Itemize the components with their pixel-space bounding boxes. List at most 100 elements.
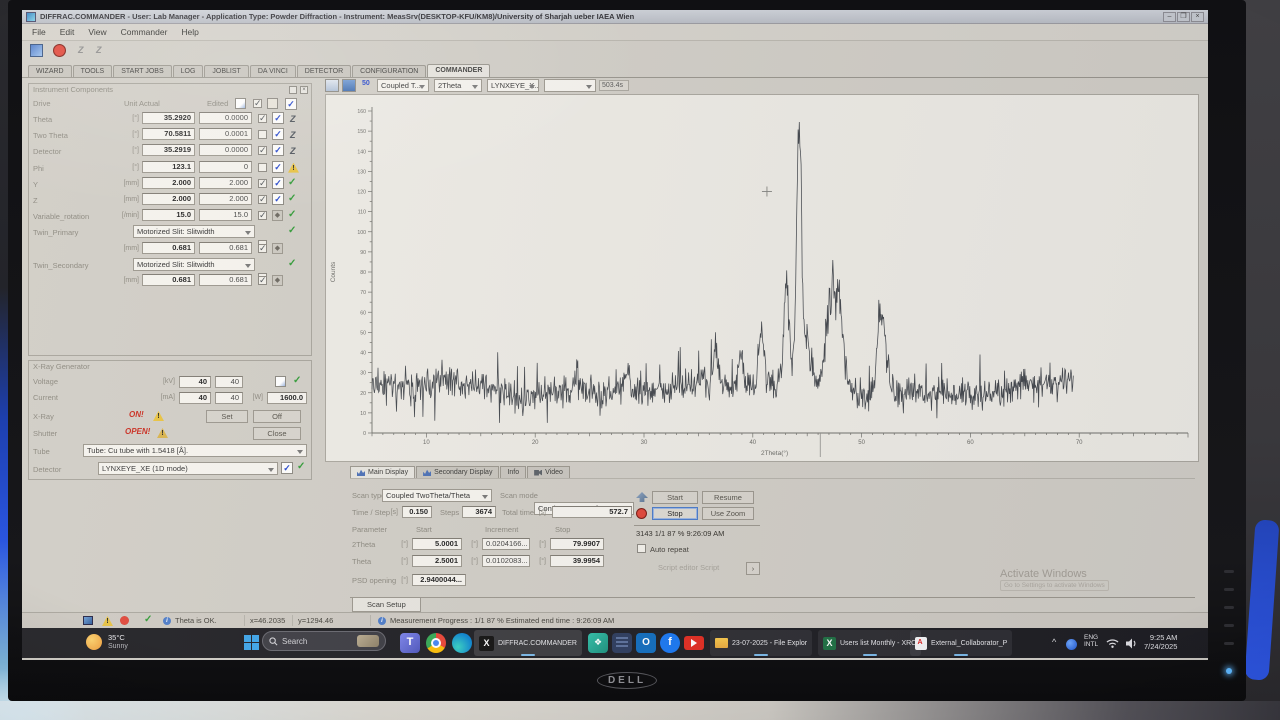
drive-config-icon[interactable]: ✓ xyxy=(272,177,284,189)
wifi-icon[interactable] xyxy=(1106,638,1119,649)
shutter-close-button[interactable]: Close xyxy=(253,427,301,440)
menu-commander[interactable]: Commander xyxy=(115,25,176,39)
generator-copy-icon[interactable] xyxy=(275,376,286,387)
scan-type-dropdown[interactable]: Coupled TwoTheta/Theta xyxy=(382,489,492,502)
detector-dropdown[interactable]: LYNXEYE_XE (1D mode) xyxy=(98,462,278,475)
row-checkbox[interactable] xyxy=(258,211,267,220)
clock[interactable]: 9:25 AM7/24/2025 xyxy=(1144,633,1177,651)
edited-value-input[interactable]: 2.000 xyxy=(199,177,252,189)
drive-config-icon[interactable]: ✓ xyxy=(272,112,284,124)
scan-setup-tab[interactable]: Scan Setup xyxy=(352,598,421,612)
actual-value-input[interactable]: 35.2920 xyxy=(142,112,195,124)
speed-icon[interactable]: 50 xyxy=(362,80,370,87)
drive-busy-icon-2[interactable]: Z xyxy=(96,45,102,55)
stop-button[interactable]: Stop xyxy=(652,507,698,520)
tab-log[interactable]: LOG xyxy=(173,65,204,77)
tab-commander[interactable]: COMMANDER xyxy=(427,64,490,77)
save-icon[interactable] xyxy=(30,44,43,57)
tube-dropdown[interactable]: Tube: Cu tube with 1.5418 [Å]. xyxy=(83,444,307,457)
tab-tools[interactable]: TOOLS xyxy=(73,65,113,77)
tray-expand-icon[interactable]: ^ xyxy=(1052,637,1056,647)
menu-edit[interactable]: Edit xyxy=(54,25,83,39)
drive-config-icon[interactable]: ✓ xyxy=(272,161,284,173)
tab-da-vinci[interactable]: DA VINCI xyxy=(250,65,296,77)
script-editor-button[interactable]: › xyxy=(746,562,760,575)
actual-value-input[interactable]: 0.681 xyxy=(142,274,195,286)
tab-wizard[interactable]: WIZARD xyxy=(28,65,72,77)
diffractogram-chart[interactable]: 0102030405060708090100110120130140150160… xyxy=(325,94,1199,462)
teams-icon[interactable]: T xyxy=(400,633,420,653)
tab-joblist[interactable]: JOBLIST xyxy=(204,65,248,77)
pin-panel-icon[interactable] xyxy=(289,86,297,94)
facebook-icon[interactable]: f xyxy=(660,633,680,653)
taskbar-pdf-window[interactable]: A External_Collaborator_P xyxy=(910,630,1012,656)
start-button[interactable]: Start xyxy=(652,491,698,504)
edited-value-input[interactable]: 15.0 xyxy=(199,209,252,221)
copy-values-icon[interactable] xyxy=(235,98,246,109)
weather-condition[interactable]: Sunny xyxy=(108,643,128,650)
row-checkbox[interactable] xyxy=(258,179,267,188)
menu-file[interactable]: File xyxy=(26,25,54,39)
edge-icon[interactable] xyxy=(452,633,472,653)
select-all-checkbox[interactable] xyxy=(253,99,262,108)
menu-view[interactable]: View xyxy=(82,25,114,39)
pan-tool-icon[interactable] xyxy=(325,79,339,92)
detector-select[interactable]: LYNXEYE_X... xyxy=(487,79,539,92)
outlook-icon[interactable]: O xyxy=(636,633,656,653)
apply-all-icon[interactable]: ✓ xyxy=(285,98,297,110)
display-tab-info[interactable]: Info xyxy=(500,466,526,478)
2theta-start-input[interactable]: 5.0001 xyxy=(412,538,462,550)
detector-bv-icon[interactable]: ✓ xyxy=(281,462,293,474)
close-panel-icon[interactable]: × xyxy=(300,86,308,94)
actual-value-input[interactable]: 2.000 xyxy=(142,193,195,205)
edited-value-input[interactable]: 0 xyxy=(199,161,252,173)
theta-start-input[interactable]: 2.5001 xyxy=(412,555,462,567)
drive-config-icon[interactable]: ✓ xyxy=(272,144,284,156)
maximize-button[interactable]: ❐ xyxy=(1177,12,1190,22)
time-step-input[interactable]: 0.150 xyxy=(402,506,432,518)
2theta-increment-input[interactable]: 0.0204166... xyxy=(482,538,530,550)
row-checkbox[interactable] xyxy=(258,276,267,285)
slit-type-dropdown[interactable]: Motorized Slit: Slitwidth xyxy=(133,225,255,238)
theta-increment-input[interactable]: 0.0102083... xyxy=(482,555,530,567)
drive-busy-icon-1[interactable]: Z xyxy=(78,45,84,55)
actual-value-input[interactable]: 15.0 xyxy=(142,209,195,221)
zoom-tool-icon[interactable] xyxy=(342,79,356,92)
tab-start-jobs[interactable]: START JOBS xyxy=(113,65,171,77)
current-set-input[interactable]: 40 xyxy=(215,392,243,404)
close-button[interactable]: × xyxy=(1191,12,1204,22)
row-checkbox[interactable] xyxy=(258,114,267,123)
display-tab-secondary-display[interactable]: Secondary Display xyxy=(416,466,499,478)
tray-app-icon[interactable] xyxy=(1066,639,1077,650)
menu-help[interactable]: Help xyxy=(175,25,206,39)
weather-sun-icon[interactable] xyxy=(86,634,102,650)
xray-set-button[interactable]: Set xyxy=(206,410,248,423)
voltage-set-input[interactable]: 40 xyxy=(215,376,243,388)
chrome-icon[interactable] xyxy=(426,633,446,653)
auto-repeat-checkbox[interactable] xyxy=(637,544,646,553)
actual-value-input[interactable]: 35.2919 xyxy=(142,144,195,156)
theta-stop-input[interactable]: 39.9954 xyxy=(550,555,604,567)
drive-config-icon[interactable]: ✓ xyxy=(272,193,284,205)
edited-value-input[interactable]: 0.0001 xyxy=(199,128,252,140)
psd-opening-input[interactable]: 2.9400044... xyxy=(412,574,466,586)
steps-input[interactable]: 3674 xyxy=(462,506,496,518)
drive-config-icon[interactable]: ✓ xyxy=(272,128,284,140)
scan-type-select[interactable]: Coupled T... xyxy=(377,79,429,92)
row-checkbox[interactable] xyxy=(258,146,267,155)
tab-detector[interactable]: DETECTOR xyxy=(297,65,351,77)
chart-canvas[interactable]: 0102030405060708090100110120130140150160… xyxy=(326,95,1198,461)
display-tab-main-display[interactable]: Main Display xyxy=(350,466,415,478)
actual-value-input[interactable]: 2.000 xyxy=(142,177,195,189)
actual-value-input[interactable]: 70.5811 xyxy=(142,128,195,140)
edited-value-input[interactable]: 2.000 xyxy=(199,193,252,205)
row-checkbox[interactable] xyxy=(258,130,267,139)
2theta-stop-input[interactable]: 79.9907 xyxy=(550,538,604,550)
minimize-button[interactable]: – xyxy=(1163,12,1176,22)
voltage-actual-input[interactable]: 40 xyxy=(179,376,211,388)
edited-value-input[interactable]: 0.0000 xyxy=(199,144,252,156)
edited-value-input[interactable]: 0.681 xyxy=(199,242,252,254)
start-button[interactable] xyxy=(244,635,259,650)
language-indicator[interactable]: ENGINTL xyxy=(1084,634,1098,648)
row-checkbox[interactable] xyxy=(258,163,267,172)
